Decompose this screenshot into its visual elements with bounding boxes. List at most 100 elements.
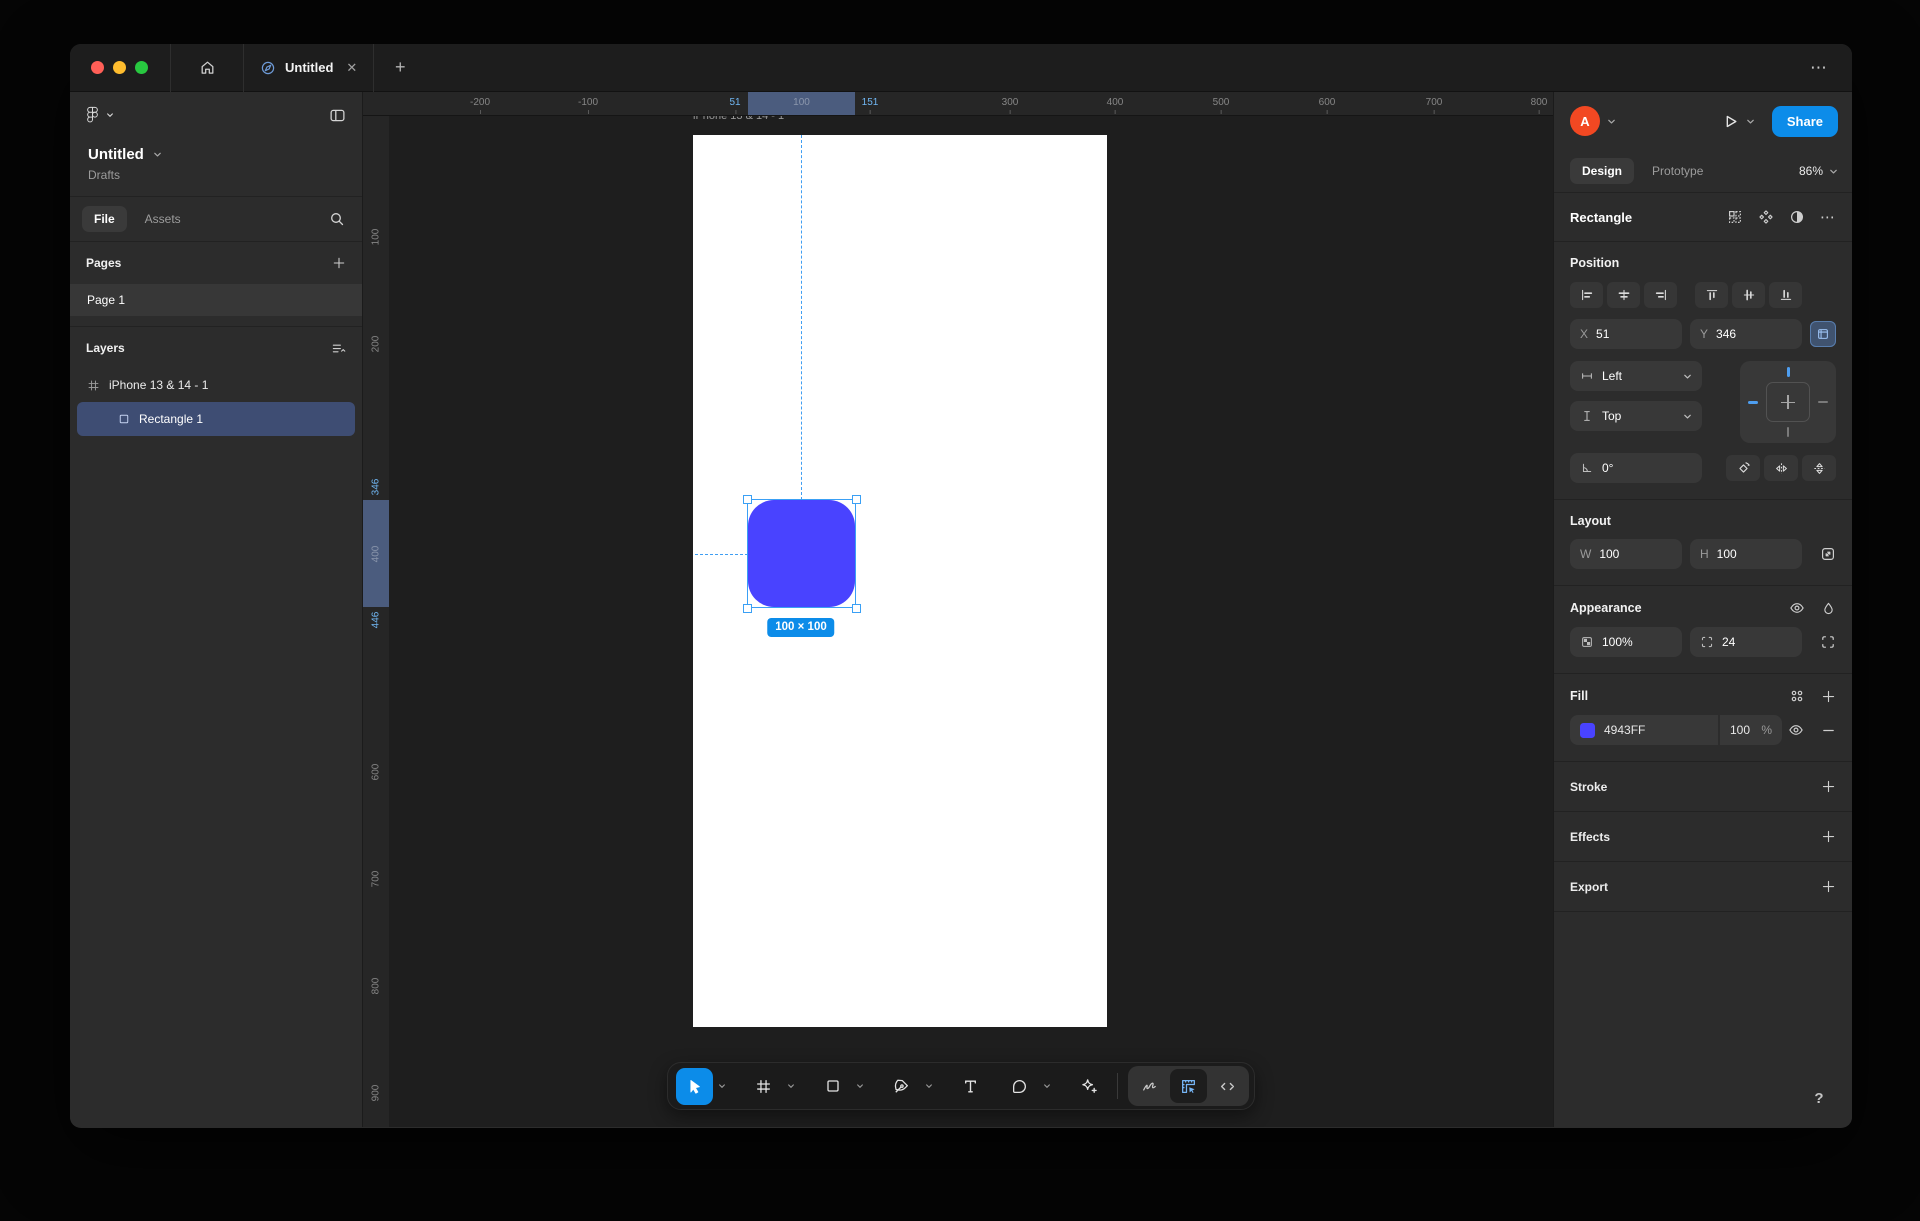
object-more-button[interactable]: ⋯ xyxy=(1820,208,1836,226)
window-more-button[interactable]: ⋯ xyxy=(1786,58,1852,78)
selection-handle-top-right[interactable] xyxy=(852,495,861,504)
constraint-left-pin[interactable] xyxy=(1748,401,1758,404)
width-input[interactable]: W 100 xyxy=(1570,539,1682,569)
page-item-page-1[interactable]: Page 1 xyxy=(70,284,362,316)
figma-menu-button[interactable] xyxy=(86,106,114,124)
chevron-down-icon xyxy=(153,150,162,159)
lock-aspect-ratio-button[interactable] xyxy=(1820,546,1836,562)
home-button[interactable] xyxy=(171,44,243,92)
constraint-right-pin[interactable] xyxy=(1818,401,1828,403)
remove-fill-button[interactable] xyxy=(1821,723,1836,738)
shape-tool-button[interactable] xyxy=(814,1068,851,1105)
edit-object-button[interactable] xyxy=(1727,209,1743,225)
export-header: Export xyxy=(1570,880,1608,894)
tab-title: Untitled xyxy=(285,60,333,75)
use-as-mask-button[interactable] xyxy=(1789,209,1805,225)
present-button[interactable] xyxy=(1722,113,1739,130)
ruler-tick-label: 100 xyxy=(371,229,382,246)
search-button[interactable] xyxy=(329,211,350,227)
fill-visibility-button[interactable] xyxy=(1788,722,1804,738)
fill-color-swatch[interactable] xyxy=(1580,723,1595,738)
flip-horizontal-button[interactable] xyxy=(1764,455,1798,481)
add-fill-button[interactable] xyxy=(1821,689,1836,704)
corner-radius-input[interactable]: 24 xyxy=(1690,627,1802,657)
file-tab[interactable]: Untitled ✕ xyxy=(244,44,373,92)
add-effect-button[interactable] xyxy=(1821,829,1836,844)
maximize-window-button[interactable] xyxy=(135,61,148,74)
align-top-button[interactable] xyxy=(1695,282,1728,308)
frame-label[interactable]: iPhone 13 & 14 - 1 xyxy=(693,116,784,122)
constraint-top-pin[interactable] xyxy=(1787,367,1790,377)
add-stroke-button[interactable] xyxy=(1821,779,1836,794)
rotation-input[interactable]: 0° xyxy=(1570,453,1702,483)
fill-opacity-input[interactable]: 100 % xyxy=(1720,715,1782,745)
zoom-menu[interactable]: 86% xyxy=(1799,164,1838,178)
rotate-90-button[interactable] xyxy=(1726,455,1760,481)
tab-file[interactable]: File xyxy=(82,206,127,232)
align-right-button[interactable] xyxy=(1644,282,1677,308)
create-component-button[interactable] xyxy=(1758,209,1774,225)
account-menu-button[interactable] xyxy=(1607,117,1616,126)
canvas-viewport[interactable]: iPhone 13 & 14 - 1 100 × 100 xyxy=(389,116,1553,1127)
eye-icon xyxy=(1788,722,1804,738)
document-title-menu[interactable]: Untitled xyxy=(70,138,362,166)
constraints-widget[interactable] xyxy=(1740,361,1836,443)
opacity-input[interactable]: 100% xyxy=(1570,627,1682,657)
flip-vertical-button[interactable] xyxy=(1802,455,1836,481)
visibility-button[interactable] xyxy=(1789,600,1805,616)
close-tab-icon[interactable]: ✕ xyxy=(346,60,357,76)
align-horizontal-center-button[interactable] xyxy=(1607,282,1640,308)
absolute-position-toggle[interactable] xyxy=(1810,321,1836,347)
x-position-input[interactable]: X 51 xyxy=(1570,319,1682,349)
vertical-constraint-select[interactable]: Top xyxy=(1570,401,1702,431)
toggle-sidebar-button[interactable] xyxy=(329,107,346,124)
close-window-button[interactable] xyxy=(91,61,104,74)
height-input[interactable]: H 100 xyxy=(1690,539,1802,569)
align-left-button[interactable] xyxy=(1570,282,1603,308)
edit-grid-icon xyxy=(1727,209,1743,225)
minimize-window-button[interactable] xyxy=(113,61,126,74)
draw-mode-button[interactable] xyxy=(1131,1069,1168,1103)
selection-handle-bottom-left[interactable] xyxy=(743,604,752,613)
dev-mode-button[interactable] xyxy=(1170,1069,1207,1103)
present-options-button[interactable] xyxy=(1746,117,1755,126)
blend-mode-button[interactable] xyxy=(1821,601,1836,616)
layer-item-frame[interactable]: iPhone 13 & 14 - 1 xyxy=(70,369,362,401)
comment-tool-button[interactable] xyxy=(1001,1068,1038,1105)
share-button[interactable]: Share xyxy=(1772,106,1838,137)
comment-tool-menu[interactable] xyxy=(1040,1068,1054,1105)
add-page-button[interactable] xyxy=(332,256,346,270)
tab-design[interactable]: Design xyxy=(1570,158,1634,184)
selection-handle-bottom-right[interactable] xyxy=(852,604,861,613)
move-tool-button[interactable] xyxy=(676,1068,713,1105)
document-location[interactable]: Drafts xyxy=(70,166,362,196)
layer-item-rectangle[interactable]: Rectangle 1 xyxy=(77,402,355,436)
shape-tool-menu[interactable] xyxy=(853,1068,867,1105)
pen-tool-menu[interactable] xyxy=(922,1068,936,1105)
actions-tool-button[interactable] xyxy=(1070,1068,1107,1105)
constraint-bottom-pin[interactable] xyxy=(1787,427,1789,437)
pen-tool-button[interactable] xyxy=(883,1068,920,1105)
tab-prototype[interactable]: Prototype xyxy=(1640,158,1715,184)
help-button[interactable]: ? xyxy=(1804,1083,1834,1113)
frame-tool-button[interactable] xyxy=(745,1068,782,1105)
new-tab-button[interactable]: + xyxy=(374,44,426,92)
align-bottom-button[interactable] xyxy=(1769,282,1802,308)
selection-handle-top-left[interactable] xyxy=(743,495,752,504)
frame-tool-menu[interactable] xyxy=(784,1068,798,1105)
text-tool-button[interactable] xyxy=(952,1068,989,1105)
align-vertical-center-button[interactable] xyxy=(1732,282,1765,308)
fill-styles-button[interactable] xyxy=(1789,688,1805,704)
independent-corners-button[interactable] xyxy=(1820,634,1836,650)
canvas-area[interactable]: 100 -200-10051151300400500600700800 400 … xyxy=(363,92,1553,1127)
layers-options-button[interactable] xyxy=(331,341,346,356)
fill-hex-input[interactable]: 4943FF xyxy=(1570,715,1718,745)
horizontal-constraint-select[interactable]: Left xyxy=(1570,361,1702,391)
constraints-inner-box xyxy=(1766,382,1810,422)
y-position-input[interactable]: Y 346 xyxy=(1690,319,1802,349)
move-tool-menu[interactable] xyxy=(715,1068,729,1105)
avatar[interactable]: A xyxy=(1570,106,1600,136)
tab-assets[interactable]: Assets xyxy=(133,206,193,232)
code-mode-button[interactable] xyxy=(1209,1069,1246,1103)
add-export-button[interactable] xyxy=(1821,879,1836,894)
